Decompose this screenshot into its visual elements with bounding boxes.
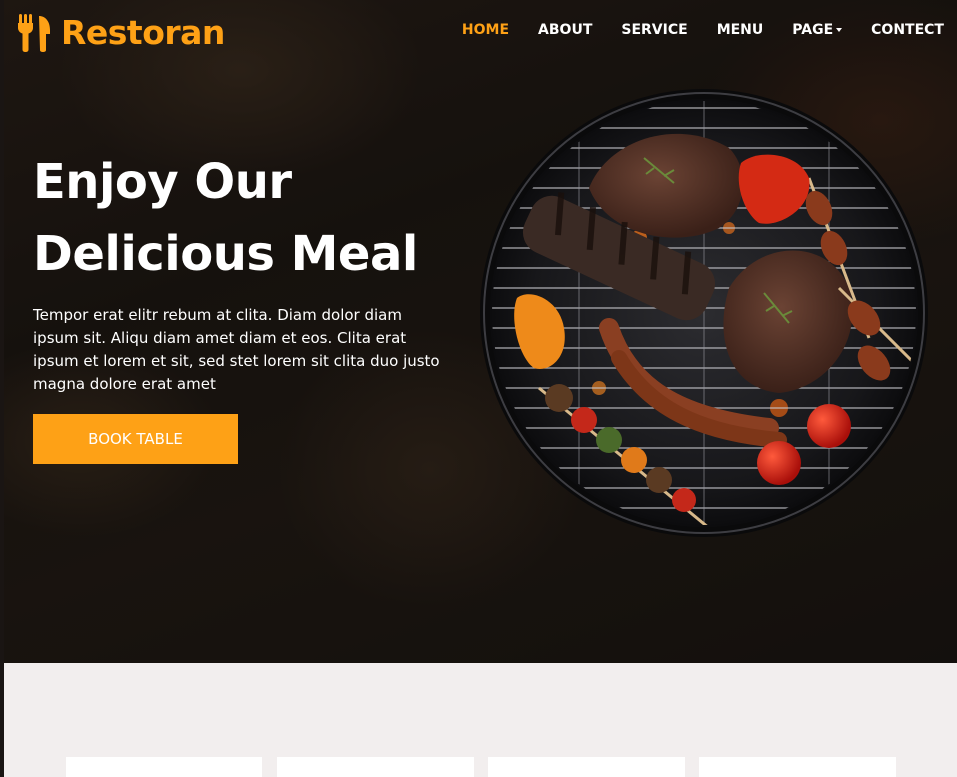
bbq-grill-image <box>480 89 928 537</box>
hero-title-line2: Delicious Meal <box>33 226 418 282</box>
caret-down-icon <box>836 28 843 32</box>
hero-title-line1: Enjoy Our <box>33 154 292 210</box>
nav-contact[interactable]: CONTECT <box>871 20 944 40</box>
navbar: Restoran HOME ABOUT SERVICE MENU PAGE CO… <box>0 0 957 66</box>
hero-description: Tempor erat elitr rebum at clita. Diam d… <box>33 306 440 393</box>
hero-content: Enjoy Our Delicious Meal Tempor erat eli… <box>33 146 463 396</box>
nav-page-label: PAGE <box>792 22 834 38</box>
service-card[interactable] <box>699 757 896 777</box>
main-nav: HOME ABOUT SERVICE MENU PAGE CONTECT <box>433 20 944 40</box>
service-card[interactable] <box>277 757 474 777</box>
nav-home[interactable]: HOME <box>462 20 509 40</box>
window-left-edge <box>0 0 4 777</box>
brand-name: Restoran <box>61 13 225 52</box>
nav-menu[interactable]: MENU <box>717 20 764 40</box>
service-card[interactable] <box>488 757 685 777</box>
utensils-icon <box>18 14 50 52</box>
nav-about[interactable]: ABOUT <box>538 20 592 40</box>
nav-page-dropdown[interactable]: PAGE <box>792 20 843 40</box>
brand-logo[interactable]: Restoran <box>17 13 225 53</box>
service-card[interactable] <box>66 757 262 777</box>
nav-service[interactable]: SERVICE <box>621 20 687 40</box>
service-cards-row <box>0 757 957 777</box>
book-table-button[interactable]: BOOK TABLE <box>33 414 238 464</box>
hero-title: Enjoy Our Delicious Meal <box>33 146 463 290</box>
